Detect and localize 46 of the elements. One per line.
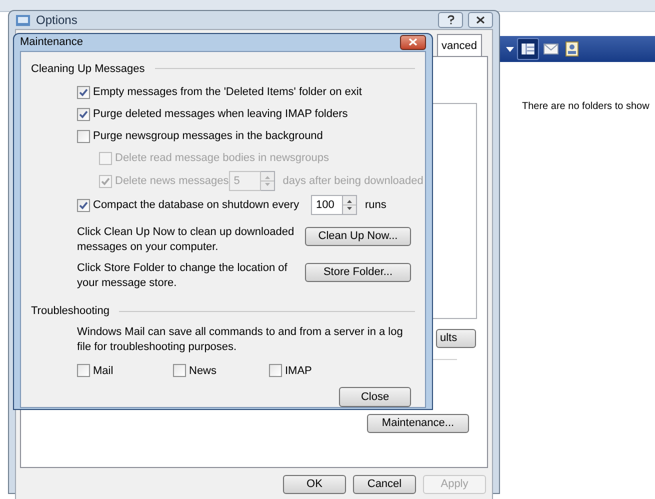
checkbox-label: Purge newsgroup messages in the background [93, 128, 323, 144]
action-button[interactable]: Store Folder... [305, 263, 411, 282]
section-heading: Troubleshooting [31, 304, 110, 319]
restore-defaults-button[interactable]: ults [436, 329, 476, 348]
checkbox[interactable] [173, 364, 186, 378]
unit-label: days after being downloaded [282, 174, 424, 189]
empty-folder-message: There are no folders to show [522, 100, 650, 114]
section-heading: Cleaning Up Messages [31, 62, 145, 76]
layout-icon[interactable] [517, 38, 539, 60]
close-icon [476, 16, 485, 24]
action-description: Click Store Folder to change the location of your message store. [77, 261, 288, 291]
dialog-button[interactable]: OK [283, 475, 346, 494]
options-window-icon [15, 12, 31, 28]
checkbox-label: Purge deleted messages when leaving IMAP folders [93, 106, 348, 122]
number-field[interactable]: 100 [311, 195, 343, 215]
close-button[interactable]: Close [339, 387, 411, 407]
contacts-icon[interactable] [563, 40, 581, 58]
checkbox[interactable] [77, 198, 90, 212]
checkbox[interactable] [269, 364, 282, 378]
checkbox-label: Mail [93, 364, 114, 378]
help-icon [446, 15, 454, 25]
dialog-button[interactable]: Cancel [353, 475, 416, 494]
checkbox-label: Empty messages from the 'Deleted Items' folder on exit [93, 84, 362, 100]
unit-label: runs [365, 198, 386, 213]
close-button[interactable] [400, 34, 426, 50]
checkbox[interactable] [77, 108, 90, 120]
maintenance-button[interactable]: Maintenance... [367, 414, 469, 433]
action-button[interactable]: Clean Up Now... [305, 227, 411, 246]
checkbox-label: News [189, 364, 217, 378]
checkbox-label: Delete news messages [115, 174, 229, 189]
dialog-title: Maintenance [20, 35, 83, 50]
troubleshooting-description: Windows Mail can save all commands to and from a server in a log file for troubleshooting purposes. [77, 324, 404, 354]
spinner-icon[interactable] [343, 195, 357, 215]
checkbox-label: IMAP [285, 364, 312, 378]
checkbox-label: Delete read message bodies in newsgroups [115, 150, 330, 166]
close-icon [408, 38, 418, 46]
action-description: Click Clean Up Now to clean up downloaded messages on your computer. [77, 225, 296, 255]
close-button[interactable] [468, 12, 493, 28]
checkbox[interactable] [77, 130, 90, 142]
checkbox[interactable] [77, 364, 90, 378]
checkbox-label: Compact the database on shutdown every [93, 198, 300, 213]
tab[interactable]: vanced [436, 34, 482, 56]
window-title: Options [36, 12, 78, 29]
checkbox[interactable] [77, 86, 90, 98]
dropdown-icon[interactable] [506, 46, 514, 52]
help-button[interactable] [438, 12, 463, 28]
